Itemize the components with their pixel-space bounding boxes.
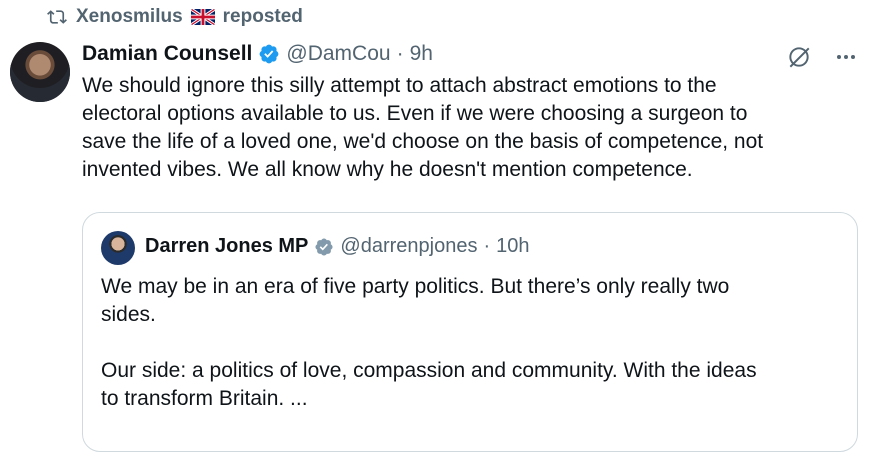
quoted-post-header: Darren Jones MP @darrenpjones · 10h xyxy=(145,235,530,258)
quoted-author-display-name[interactable]: Darren Jones MP xyxy=(145,235,308,258)
repost-user[interactable]: Xenosmilus xyxy=(76,6,183,28)
post-header: Damian Counsell @DamCou · 9h xyxy=(82,42,433,66)
author-handle[interactable]: @DamCou xyxy=(286,42,390,66)
more-options-icon[interactable] xyxy=(834,45,858,69)
repost-label: reposted xyxy=(222,6,303,27)
verified-government-badge-icon[interactable] xyxy=(314,237,334,257)
grok-icon[interactable] xyxy=(786,44,812,70)
repost-icon xyxy=(47,10,67,24)
quoted-post-card[interactable]: Darren Jones MP @darrenpjones · 10h We m… xyxy=(82,212,858,452)
quoted-author-handle[interactable]: @darrenpjones xyxy=(340,235,477,258)
quoted-author-avatar[interactable] xyxy=(101,231,135,265)
verified-badge-icon[interactable] xyxy=(258,43,280,65)
post-header-actions xyxy=(786,44,858,70)
quoted-separator-dot: · xyxy=(483,235,491,257)
uk-flag-icon xyxy=(190,9,215,25)
post-timestamp[interactable]: 9h xyxy=(410,42,433,66)
author-avatar[interactable] xyxy=(10,42,70,102)
quoted-post-text: We may be in an era of five party politi… xyxy=(101,275,757,410)
author-display-name[interactable]: Damian Counsell xyxy=(82,42,252,66)
repost-context[interactable]: Xenosmilus reposted xyxy=(46,6,303,28)
quoted-post-timestamp[interactable]: 10h xyxy=(496,235,529,258)
separator-dot: · xyxy=(396,42,404,65)
post-text: We should ignore this silly attempt to a… xyxy=(82,74,764,181)
